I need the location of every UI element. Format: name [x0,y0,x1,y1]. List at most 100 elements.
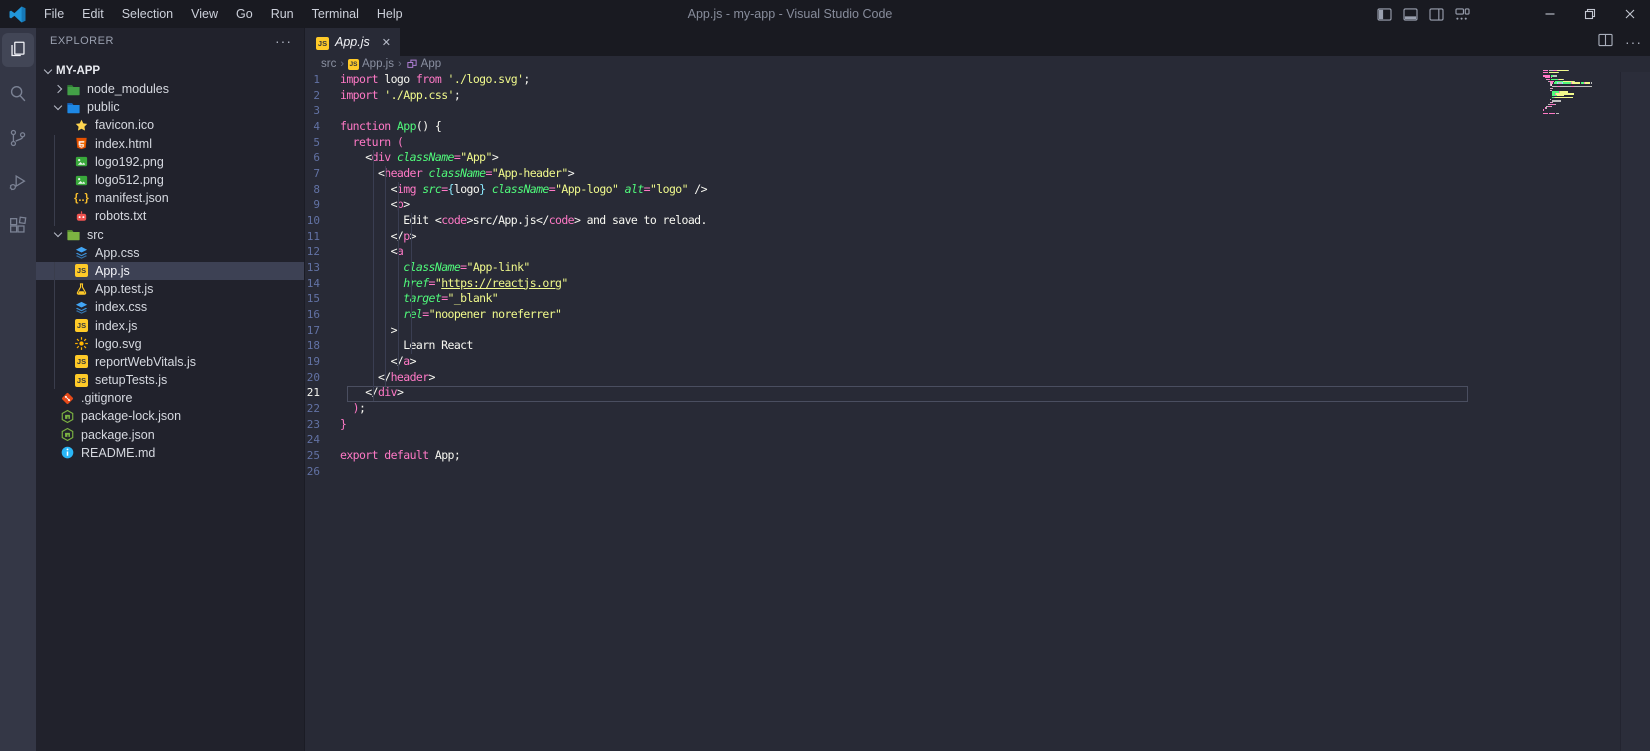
breadcrumb-app-js[interactable]: JS App.js [348,58,394,70]
activity-extensions-icon[interactable] [0,204,36,248]
symbol-class-icon [406,58,418,70]
file-robots-txt[interactable]: robots.txt [36,207,304,225]
line-number: 24 [306,433,320,447]
image-icon [74,173,89,188]
code-editor[interactable]: 1 import logo from './logo.svg'; 2 import '… [305,72,1650,751]
file-favicon-ico[interactable]: favicon.ico [36,116,304,134]
file-manifest-json[interactable]: {..} manifest.json [36,189,304,207]
activity-run-debug-icon[interactable] [0,160,36,204]
test-js-icon [74,282,89,297]
workspace-root-folder[interactable]: MY-APP [36,62,304,80]
menu-edit[interactable]: Edit [73,0,113,28]
line-number: 13 [306,261,320,275]
file-label: logo512.png [95,173,164,188]
split-editor-icon[interactable] [1598,33,1613,52]
file-label: node_modules [87,82,170,97]
file-src[interactable]: src [36,226,304,244]
breadcrumb-src[interactable]: src [321,58,336,70]
code-line-15: 15 target="_blank" [306,291,499,306]
html-icon [74,136,89,151]
file-app-js[interactable]: JS App.js [36,261,304,281]
activity-explorer-icon[interactable] [0,28,36,72]
line-number: 4 [313,120,320,134]
code-line-24: 24 [305,432,1650,448]
file-label: manifest.json [95,191,169,206]
menu-terminal[interactable]: Terminal [303,0,368,28]
file-gitignore[interactable]: .gitignore [36,389,304,407]
close-window-button[interactable] [1610,0,1650,28]
file-readme-md[interactable]: README.md [36,444,304,462]
explorer-more-actions-icon[interactable]: ··· [275,33,292,49]
readme-icon [60,445,75,460]
tree-indent-guide [54,262,55,390]
explorer-sidebar: EXPLORER ··· MY-APP node_modules public fa… [36,28,305,751]
file-label: App.test.js [95,282,154,297]
menu-help[interactable]: Help [368,0,412,28]
code-line-21: 21 </div> [306,385,404,400]
file-label: .gitignore [81,391,133,406]
vscode-logo-icon [9,5,27,23]
line-number: 20 [306,370,320,384]
menu-file[interactable]: File [35,0,73,28]
breadcrumb-app[interactable]: App [406,58,441,70]
file-index-js[interactable]: JS index.js [36,316,304,334]
activity-source-control-icon[interactable] [0,116,36,160]
file-label: logo192.png [95,154,164,169]
menu-selection[interactable]: Selection [113,0,182,28]
file-app-css[interactable]: App.css [36,244,304,262]
file-node-modules[interactable]: node_modules [36,80,304,98]
file-label: index.css [95,300,148,315]
file-label: index.html [95,136,152,151]
file-label: App.css [95,245,140,260]
file-label: package-lock.json [81,409,182,424]
code-line-6: 6 <div className="App"> [305,150,1650,166]
tab-app-js[interactable]: JS App.js ✕ [305,28,400,56]
chevron-down-icon [50,227,66,243]
file-index-css[interactable]: index.css [36,298,304,316]
toggle-primary-sidebar-icon[interactable] [1377,7,1392,21]
line-number: 26 [306,464,320,478]
file-public[interactable]: public [36,98,304,116]
code-line-4: 4 function App() { [305,119,1650,135]
code-line-9: 9 <p> [305,197,1650,213]
file-label: logo.svg [95,336,142,351]
file-logo192-png[interactable]: logo192.png [36,153,304,171]
line-number: 1 [313,73,320,86]
code-line-1: 1 import logo from './logo.svg'; [305,72,1650,88]
line-number: 8 [313,182,320,196]
file-label: reportWebVitals.js [95,354,196,369]
menu-view[interactable]: View [182,0,227,28]
menu-run[interactable]: Run [262,0,303,28]
npm-icon [60,409,75,424]
file-package-lock-json[interactable]: package-lock.json [36,407,304,425]
file-index-html[interactable]: index.html [36,135,304,153]
file-setuptests-js[interactable]: JS setupTests.js [36,371,304,389]
minimap[interactable] [1543,70,1613,116]
js-icon: JS [75,355,88,369]
tab-bar: JS App.js ✕ ··· [305,28,1650,56]
code-line-19: 19 </a> [306,354,417,369]
explorer-title: EXPLORER [50,35,114,47]
close-tab-icon[interactable]: ✕ [382,36,391,49]
editor-more-actions-icon[interactable]: ··· [1625,34,1642,50]
file-reportwebvitals-js[interactable]: JS reportWebVitals.js [36,353,304,371]
minimize-button[interactable] [1530,0,1570,28]
code-line-25: 25 export default App; [306,448,461,463]
breadcrumbs: src › JS App.js › App [305,56,1650,72]
code-line-20: 20 </header> [306,369,436,384]
activity-search-icon[interactable] [0,72,36,116]
js-file-icon: JS [316,37,329,50]
file-logo512-png[interactable]: logo512.png [36,171,304,189]
title-bar: File Edit Selection View Go Run Terminal Help A… [0,0,1650,28]
menu-go[interactable]: Go [227,0,262,28]
file-app-test-js[interactable]: App.test.js [36,280,304,298]
line-number: 3 [313,104,320,118]
customize-layout-icon[interactable] [1455,7,1470,21]
line-number: 19 [306,355,320,369]
editor-scrollbar[interactable] [1620,72,1650,751]
toggle-secondary-sidebar-icon[interactable] [1429,7,1444,21]
toggle-panel-icon[interactable] [1403,7,1418,21]
restore-button[interactable] [1570,0,1610,28]
file-logo-svg[interactable]: logo.svg [36,335,304,353]
file-package-json[interactable]: package.json [36,426,304,444]
